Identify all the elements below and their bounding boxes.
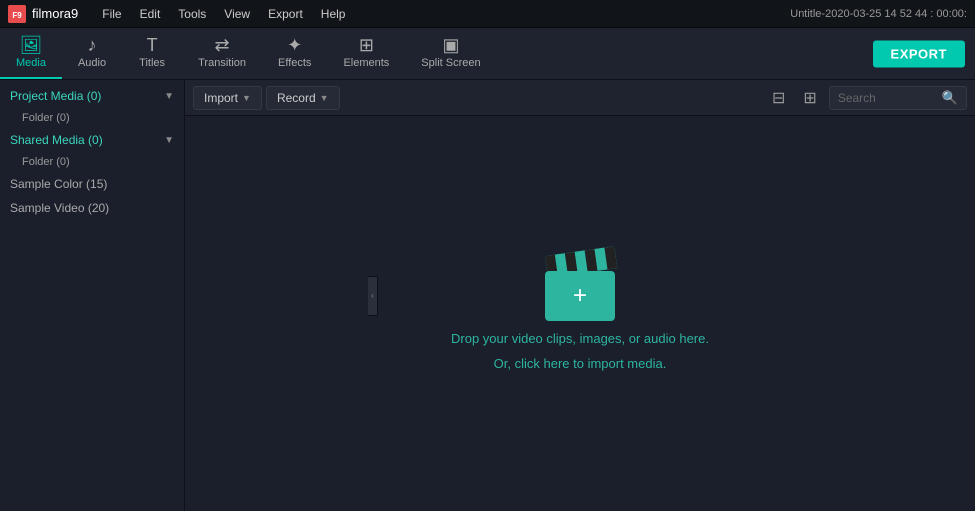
toolbar-btn-elements[interactable]: ⊞ Elements xyxy=(327,28,405,79)
effects-icon: ✦ xyxy=(287,36,302,54)
title-bar: F9 filmora9 FileEditToolsViewExportHelp … xyxy=(0,0,975,28)
record-label: Record xyxy=(277,91,316,105)
menu-bar: FileEditToolsViewExportHelp xyxy=(94,5,353,23)
toolbar-btn-effects[interactable]: ✦ Effects xyxy=(262,28,327,79)
sidebar-child-item[interactable]: Folder (0) xyxy=(0,152,184,172)
toolbar-btn-titles[interactable]: T Titles xyxy=(122,28,182,79)
main-area: Project Media (0)▼Folder (0)Shared Media… xyxy=(0,80,975,511)
main-toolbar: 🖼 Media ♪ Audio T Titles ⇄ Transition ✦ Effects ⊞ E… xyxy=(0,28,975,80)
toolbar-btn-splitscreen[interactable]: ▣ Split Screen xyxy=(405,28,496,79)
toolbar-btn-transition[interactable]: ⇄ Transition xyxy=(182,28,262,79)
menu-item-help[interactable]: Help xyxy=(313,5,354,23)
search-icon: 🔍 xyxy=(942,90,958,106)
app-name: filmora9 xyxy=(32,6,78,21)
import-label: Import xyxy=(204,91,238,105)
chevron-down-icon: ▼ xyxy=(164,135,174,146)
record-chevron-icon: ▼ xyxy=(320,93,329,103)
transition-label: Transition xyxy=(198,57,246,69)
effects-label: Effects xyxy=(278,57,311,69)
window-title: Untitle-2020-03-25 14 52 44 : 00:00: xyxy=(790,8,967,20)
menu-item-view[interactable]: View xyxy=(216,5,258,23)
search-input[interactable] xyxy=(838,91,938,105)
sidebar: Project Media (0)▼Folder (0)Shared Media… xyxy=(0,80,185,511)
sidebar-group-shared-media-(0)[interactable]: Shared Media (0) ▼ xyxy=(0,128,184,152)
import-button[interactable]: Import ▼ xyxy=(193,86,262,110)
title-bar-left: F9 filmora9 FileEditToolsViewExportHelp xyxy=(8,5,353,23)
record-button[interactable]: Record ▼ xyxy=(266,86,340,110)
titles-label: Titles xyxy=(139,57,165,69)
sidebar-item[interactable]: Sample Video (20) xyxy=(0,196,184,220)
audio-icon: ♪ xyxy=(88,36,97,54)
export-button[interactable]: EXPORT xyxy=(873,40,965,67)
search-box: 🔍 xyxy=(829,86,967,110)
filter-button[interactable]: ⊟ xyxy=(766,86,791,110)
content-toolbar: Import ▼ Record ▼ ⊟ ⊞ 🔍 xyxy=(185,80,975,116)
sidebar-group-project-media-(0)[interactable]: Project Media (0) ▼ xyxy=(0,84,184,108)
content-area: Import ▼ Record ▼ ⊟ ⊞ 🔍 xyxy=(185,80,975,511)
menu-item-file[interactable]: File xyxy=(94,5,129,23)
content-toolbar-right: ⊟ ⊞ 🔍 xyxy=(766,86,967,110)
sidebar-item[interactable]: Sample Color (15) xyxy=(0,172,184,196)
transition-icon: ⇄ xyxy=(215,36,230,54)
menu-item-tools[interactable]: Tools xyxy=(170,5,214,23)
drop-text-line1: Drop your video clips, images, or audio … xyxy=(451,331,709,346)
audio-label: Audio xyxy=(78,57,106,69)
import-chevron-icon: ▼ xyxy=(242,93,251,103)
media-icon: 🖼 xyxy=(20,36,43,54)
splitscreen-label: Split Screen xyxy=(421,57,480,69)
toolbar-btn-audio[interactable]: ♪ Audio xyxy=(62,28,122,79)
drop-zone[interactable]: + Drop your video clips, images, or audi… xyxy=(185,116,975,511)
sidebar-group-label: Project Media (0) xyxy=(10,89,101,103)
menu-item-export[interactable]: Export xyxy=(260,5,311,23)
sidebar-child-item[interactable]: Folder (0) xyxy=(0,108,184,128)
menu-item-edit[interactable]: Edit xyxy=(132,5,169,23)
media-label: Media xyxy=(16,57,46,69)
elements-icon: ⊞ xyxy=(359,36,374,54)
toolbar-btn-media[interactable]: 🖼 Media xyxy=(0,28,62,79)
titles-icon: T xyxy=(147,36,158,54)
chevron-down-icon: ▼ xyxy=(164,91,174,102)
elements-label: Elements xyxy=(343,57,389,69)
logo-area: F9 filmora9 xyxy=(8,5,78,23)
drop-text-line2: Or, click here to import media. xyxy=(494,356,667,371)
sidebar-group-label: Shared Media (0) xyxy=(10,133,103,147)
sidebar-collapse-handle[interactable]: ‹ xyxy=(368,276,378,316)
splitscreen-icon: ▣ xyxy=(442,36,459,54)
svg-text:F9: F9 xyxy=(12,11,22,20)
clapperboard-icon: + xyxy=(545,256,615,321)
view-toggle-button[interactable]: ⊞ xyxy=(797,86,822,110)
logo-icon: F9 xyxy=(8,5,26,23)
